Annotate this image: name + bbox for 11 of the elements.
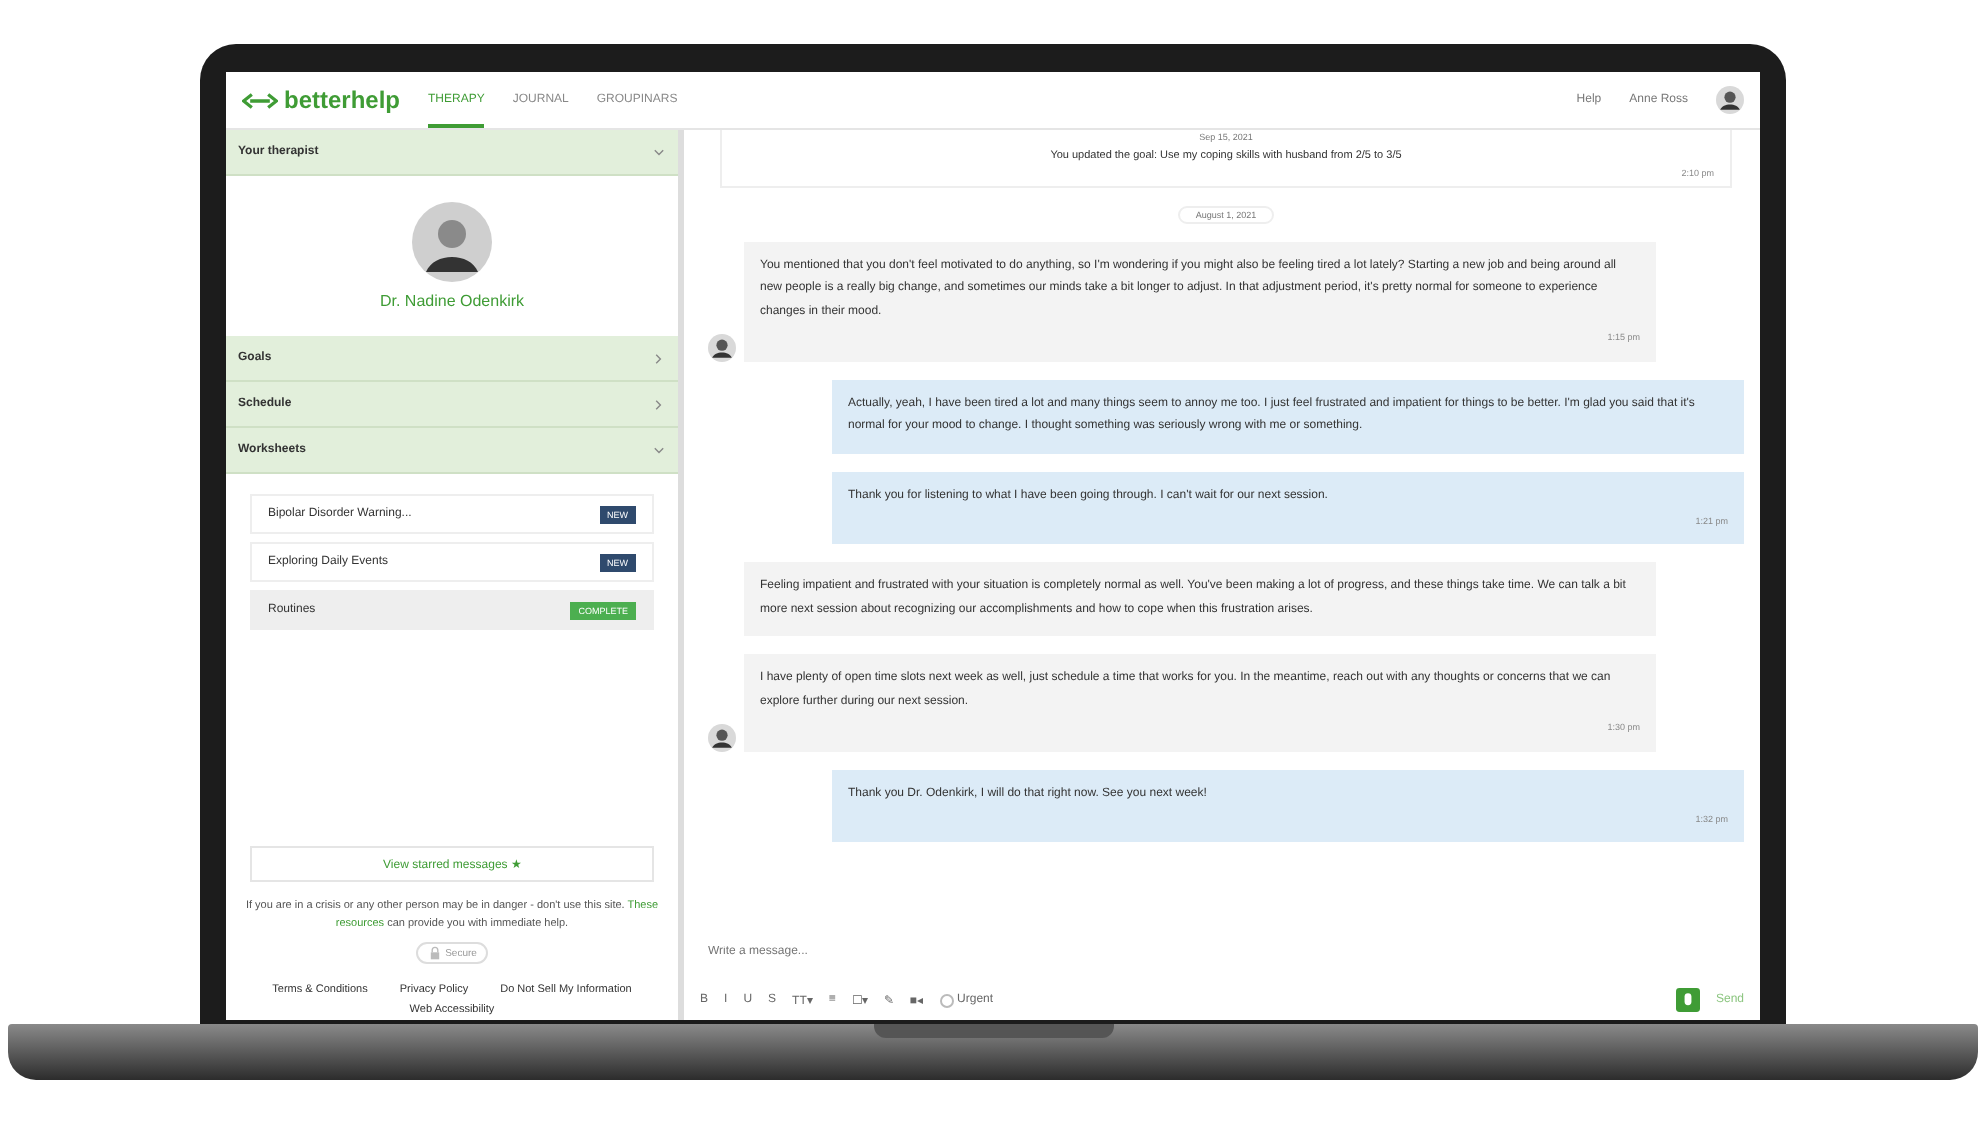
therapist-avatar bbox=[412, 202, 492, 282]
therapist-name[interactable]: Dr. Nadine Odenkirk bbox=[379, 292, 525, 310]
logo-text: betterhelp bbox=[284, 86, 401, 114]
chevron-icon bbox=[652, 397, 666, 411]
chevron-icon bbox=[652, 443, 666, 457]
chevron-icon bbox=[652, 145, 666, 159]
betterhelp-logo[interactable]: betterhelp bbox=[242, 86, 401, 114]
avatar-icon bbox=[1716, 86, 1744, 114]
lock-icon bbox=[427, 946, 442, 960]
chevron-icon bbox=[652, 351, 666, 365]
logo-icon bbox=[242, 91, 278, 109]
